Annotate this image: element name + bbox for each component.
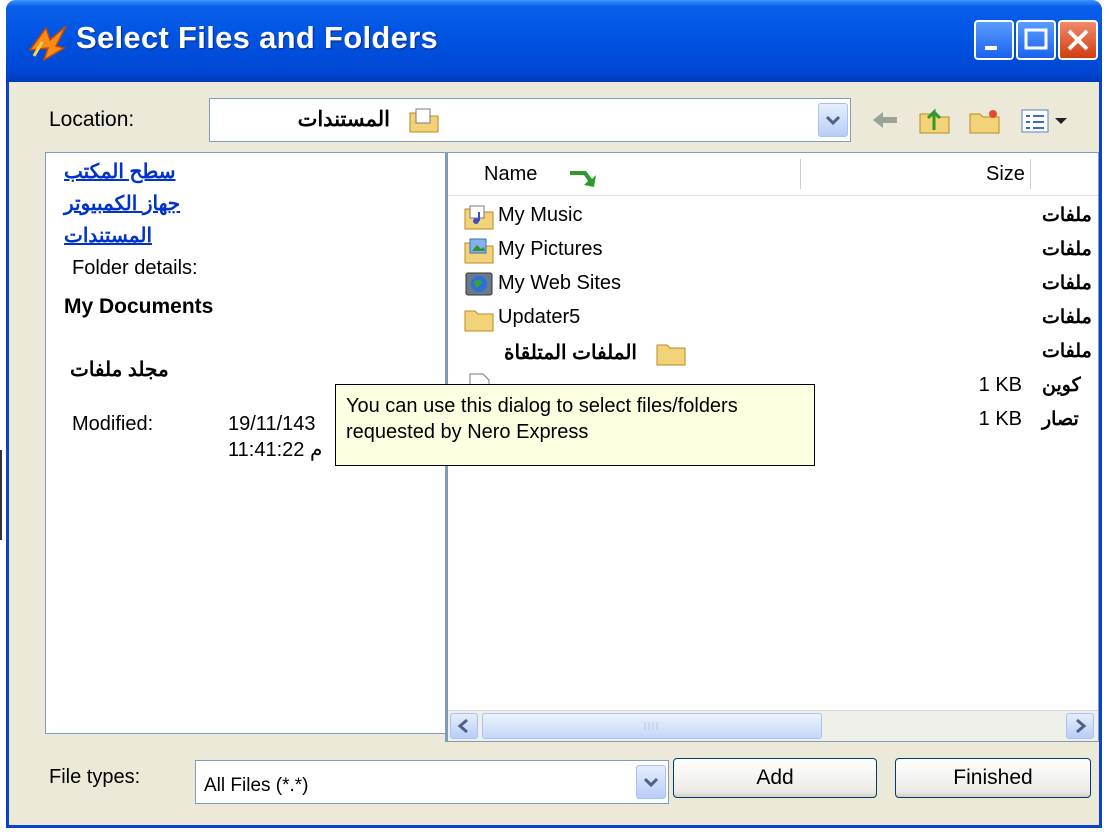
- close-button[interactable]: [1058, 20, 1098, 60]
- maximize-icon: [1024, 28, 1048, 50]
- view-menu-icon[interactable]: [1019, 104, 1079, 136]
- link-my-documents[interactable]: المستندات: [64, 223, 152, 248]
- file-size: 1 KB: [978, 374, 1022, 396]
- chevron-down-icon: [643, 777, 659, 788]
- folder-type: مجلد ملفات: [70, 359, 169, 381]
- file-type: ملفات: [1042, 239, 1092, 260]
- scroll-right-button[interactable]: [1066, 713, 1094, 739]
- music-folder-icon: [464, 205, 494, 230]
- title-bar[interactable]: Select Files and Folders: [6, 0, 1102, 82]
- link-my-computer[interactable]: جهاز الكمبيوتر: [64, 191, 180, 216]
- location-dropdown-button[interactable]: [818, 103, 848, 137]
- finished-button[interactable]: Finished: [895, 758, 1091, 798]
- file-name: My Pictures: [498, 238, 603, 260]
- maximize-button[interactable]: [1016, 20, 1056, 60]
- chevron-down-icon: [825, 115, 841, 126]
- list-item[interactable]: My Pictures ملفات: [448, 233, 1098, 267]
- column-name[interactable]: Name: [484, 163, 537, 186]
- web-folder-icon: [465, 272, 493, 296]
- list-item[interactable]: Updater5 ملفات: [448, 301, 1098, 335]
- folder-details-label: Folder details:: [72, 257, 198, 279]
- file-type: ملفات: [1042, 307, 1092, 328]
- scroll-left-button[interactable]: [450, 713, 478, 739]
- pictures-folder-icon: [464, 238, 494, 264]
- location-label: Location:: [49, 108, 135, 131]
- help-tooltip: You can use this dialog to select files/…: [335, 384, 815, 466]
- file-types-select[interactable]: All Files (*.*): [195, 760, 669, 804]
- tooltip-line-2: requested by Nero Express: [346, 421, 589, 443]
- grip-icon: [644, 722, 658, 730]
- modified-date: 19/11/143: [228, 413, 316, 435]
- location-value: المستندات: [297, 108, 390, 131]
- new-folder-icon[interactable]: [967, 104, 1003, 136]
- sort-arrow-icon: [570, 171, 596, 187]
- link-desktop[interactable]: سطح المكتب: [64, 159, 176, 184]
- horizontal-scrollbar[interactable]: [448, 710, 1098, 741]
- scroll-thumb[interactable]: [482, 713, 822, 739]
- edge-mark: [0, 450, 2, 540]
- chevron-right-icon: [1076, 718, 1087, 734]
- file-type: ملفات: [1042, 273, 1092, 294]
- folder-name: My Documents: [64, 295, 214, 318]
- chevron-left-icon: [457, 718, 468, 734]
- up-folder-icon[interactable]: [917, 104, 953, 136]
- back-icon[interactable]: [867, 104, 903, 136]
- file-name: My Web Sites: [498, 272, 621, 294]
- folder-icon: [464, 310, 494, 332]
- modified-label: Modified:: [72, 413, 154, 435]
- list-item[interactable]: My Web Sites ملفات: [448, 267, 1098, 301]
- file-name: الملفات المتلقاة: [504, 342, 637, 364]
- close-icon: [1067, 29, 1089, 51]
- minimize-icon: [985, 46, 997, 50]
- file-name: My Music: [498, 204, 583, 226]
- file-type: ملفات: [1042, 341, 1092, 362]
- tooltip-line-1: You can use this dialog to select files/…: [346, 395, 738, 417]
- file-type: تصار: [1042, 409, 1079, 430]
- modified-time: 11:41:22 م: [228, 439, 323, 461]
- file-types-value: All Files (*.*): [204, 775, 309, 796]
- file-types-dropdown-button[interactable]: [636, 765, 666, 799]
- file-size: 1 KB: [978, 408, 1022, 430]
- window-title: Select Files and Folders: [76, 20, 439, 55]
- folder-icon: [656, 344, 686, 366]
- select-files-dialog: Select Files and Folders Location: المست…: [6, 0, 1102, 828]
- file-type: ملفات: [1042, 205, 1092, 226]
- nero-app-icon: [28, 25, 67, 62]
- list-item[interactable]: الملفات المتلقاة ملفات: [448, 335, 1098, 369]
- minimize-button[interactable]: [974, 20, 1014, 60]
- file-types-label: File types:: [49, 766, 141, 788]
- list-item[interactable]: My Music ملفات: [448, 199, 1098, 233]
- column-size[interactable]: Size: [986, 163, 1025, 186]
- file-name: Updater5: [498, 306, 581, 328]
- add-button[interactable]: Add: [673, 758, 877, 798]
- file-type: كوين: [1042, 375, 1081, 396]
- documents-folder-icon: [409, 108, 439, 133]
- location-combo[interactable]: المستندات: [209, 98, 851, 142]
- column-header: Name Size: [448, 153, 1098, 196]
